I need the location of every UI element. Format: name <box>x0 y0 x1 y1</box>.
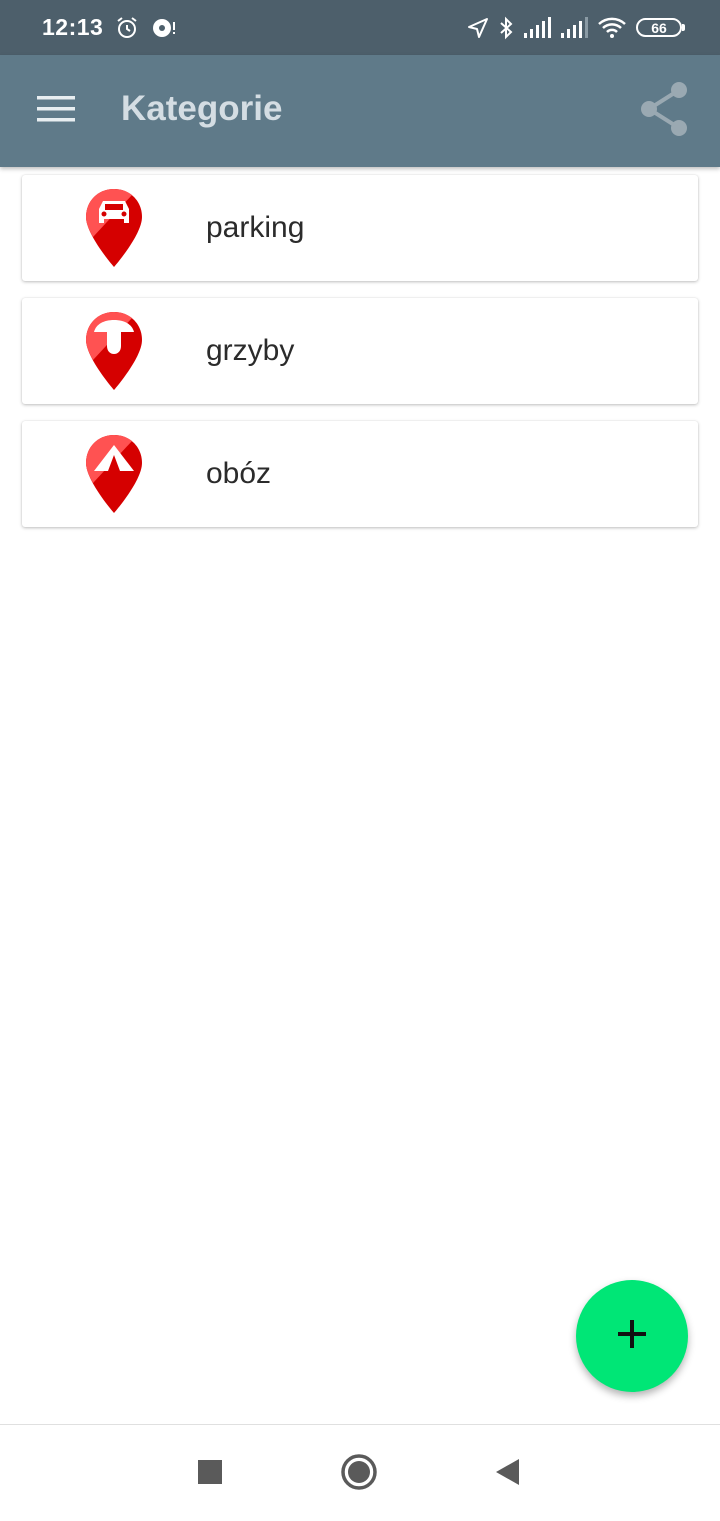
plus-icon <box>615 1317 649 1356</box>
tent-pin-icon <box>84 433 144 515</box>
menu-button[interactable] <box>24 83 88 139</box>
add-category-button[interactable] <box>576 1280 688 1392</box>
recents-button[interactable] <box>185 1449 235 1499</box>
category-item-parking[interactable]: parking <box>22 175 698 281</box>
category-list: parking grzyby obóz <box>22 175 698 544</box>
battery-level: 66 <box>651 19 667 36</box>
alarm-icon <box>115 16 139 40</box>
category-label: grzyby <box>206 334 295 367</box>
share-icon <box>638 81 690 142</box>
recents-square-icon <box>197 1459 223 1490</box>
home-circle-icon <box>340 1453 378 1496</box>
wifi-icon <box>597 17 627 39</box>
status-time: 12:13 <box>42 14 104 40</box>
battery-icon: 66 <box>636 18 685 37</box>
status-bar: 12:13 66 <box>0 0 720 55</box>
system-nav-bar <box>0 1424 720 1521</box>
signal-icon <box>523 16 551 39</box>
category-item-oboz[interactable]: obóz <box>22 421 698 527</box>
home-button[interactable] <box>334 1449 384 1499</box>
app-bar: Kategorie <box>0 55 720 167</box>
category-label: obóz <box>206 457 272 490</box>
category-label: parking <box>206 211 305 244</box>
vinyl-icon <box>151 16 177 40</box>
signal-icon <box>560 16 588 39</box>
location-arrow-icon <box>467 17 489 39</box>
bluetooth-icon <box>498 16 514 40</box>
back-button[interactable] <box>482 1449 532 1499</box>
menu-icon <box>37 94 75 129</box>
mushroom-pin-icon <box>84 310 144 392</box>
back-triangle-icon <box>493 1457 521 1492</box>
page-title: Kategorie <box>121 89 283 128</box>
share-button[interactable] <box>632 79 696 143</box>
category-item-grzyby[interactable]: grzyby <box>22 298 698 404</box>
car-pin-icon <box>84 187 144 269</box>
